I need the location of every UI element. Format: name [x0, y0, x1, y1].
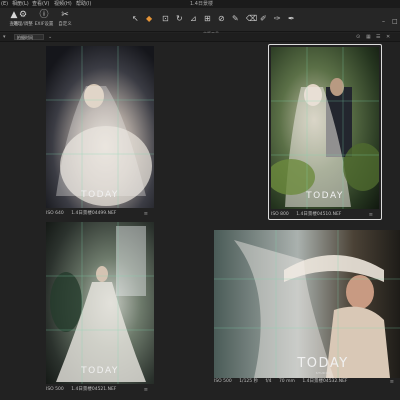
menu-album[interactable]: 相册(L) — [12, 0, 29, 8]
customize-button[interactable]: ✂ 自定义 — [52, 10, 78, 30]
circle-filter-icon[interactable]: ⊙ — [356, 34, 360, 40]
photo-thumbnail[interactable]: TODAY — [271, 47, 379, 209]
menu-help[interactable]: 帮助(I) — [76, 0, 91, 8]
aperture-value: f/4 — [265, 379, 272, 384]
iso-value: ISO 640 — [46, 211, 64, 216]
menu-view[interactable]: 查看(V) — [32, 0, 49, 8]
brush-tool-icon[interactable]: ⊘ — [218, 14, 225, 24]
photo-thumbnail[interactable]: TODAY STUDIO — [214, 230, 400, 378]
iso-value: ISO 800 — [271, 212, 289, 217]
customize-label: 自定义 — [58, 22, 72, 27]
filter-bar: ▾ 拍摄时间 ⌄ ⊙ ▦ ☰ ✕ — [0, 33, 400, 42]
rotate-tool-icon[interactable]: ↻ — [176, 14, 183, 24]
minimize-icon[interactable]: – — [382, 18, 385, 25]
watermark-logo-text: TODAY — [297, 356, 349, 371]
item-menu-icon[interactable]: ≡ — [144, 210, 148, 218]
window-title: 1.4日景楼 — [190, 1, 213, 7]
filter-funnel-icon[interactable]: ▾ — [3, 34, 6, 40]
photo-browser-window: (E) 相册(L) 查看(V) 视频(H) 帮助(I) 1.4日景楼 ▲ 查看 … — [0, 0, 400, 400]
thumbnail-card-selected[interactable]: TODAY ISO 800 1.4日景楼04510.NEF ≡ — [268, 44, 382, 220]
thumbnail-grid-icon[interactable]: ▦ — [366, 34, 371, 40]
photo-info-bar: ISO 500 1/125 秒 f/4 70 mm 1.4日景楼04532.NE… — [214, 378, 400, 386]
menu-bar: (E) 相册(L) 查看(V) 视频(H) 帮助(I) 1.4日景楼 — [0, 0, 400, 8]
focal-length-value: 70 mm — [278, 379, 295, 384]
watermark-logo-subtext: STUDIO — [315, 371, 331, 375]
file-name: 1.4日景楼04499.NEF — [71, 211, 117, 216]
photo-thumbnail[interactable]: TODAY — [46, 222, 154, 384]
chevron-down-icon[interactable]: ⌄ — [48, 34, 52, 40]
photo-info-bar: ISO 500 1.4日景楼04521.NEF ≡ — [46, 386, 154, 394]
file-name: 1.4日景楼04510.NEF — [296, 212, 342, 217]
file-name: 1.4日景楼04521.NEF — [71, 387, 117, 392]
tools-icon: ✂ — [61, 10, 69, 20]
crop-tool-icon[interactable]: ⊡ — [162, 14, 169, 24]
more-tool-icon[interactable]: ✒ — [288, 14, 295, 24]
photo-info-bar: ISO 800 1.4日景楼04510.NEF ≡ — [271, 211, 379, 219]
thumbnail-card[interactable]: TODAY ISO 640 1.4日景楼04499.NEF ≡ — [44, 44, 156, 220]
menu-video[interactable]: 视频(H) — [54, 0, 72, 8]
watermark-logo: TODAY — [81, 190, 119, 200]
toolbar: ▲ 查看 ⚙ 处理/调整 ⓘ EXIF设置 ✂ 自定义 ↖ ◆ ⊡ ↻ ⊿ ⊞ … — [0, 8, 400, 36]
file-name: 1.4日景楼04532.NEF — [302, 379, 348, 384]
list-view-icon[interactable]: ☰ — [376, 34, 380, 40]
maximize-icon[interactable]: □ — [392, 18, 398, 25]
item-menu-icon[interactable]: ≡ — [369, 211, 373, 219]
bride-veil-photo — [46, 46, 154, 208]
watermark-logo: TODAY STUDIO — [290, 356, 356, 375]
straighten-tool-icon[interactable]: ⊿ — [190, 14, 197, 24]
watermark-logo: TODAY — [306, 191, 344, 201]
watermark-logo: TODAY — [81, 366, 119, 376]
sort-select[interactable]: 拍摄时间 — [14, 34, 44, 40]
item-menu-icon[interactable]: ≡ — [144, 386, 148, 394]
menu-edit[interactable]: (E) — [1, 0, 8, 8]
shutter-value: 1/125 秒 — [239, 379, 259, 384]
bride-groom-garden-photo — [271, 47, 379, 209]
bride-window-photo — [46, 222, 154, 384]
thumbnail-card[interactable]: TODAY ISO 500 1.4日景楼04521.NEF ≡ — [44, 222, 156, 398]
pen-tool-icon[interactable]: ✎ — [232, 14, 239, 24]
color-picker-tool-icon[interactable]: ✑ — [274, 14, 281, 24]
iso-value: ISO 500 — [46, 387, 64, 392]
thumbnail-card[interactable]: TODAY STUDIO ISO 500 1/125 秒 f/4 70 mm 1… — [212, 228, 400, 390]
grid-tool-icon[interactable]: ⊞ — [204, 14, 211, 24]
eraser-tool-icon[interactable]: ⌫ — [246, 14, 257, 24]
paint-bucket-tool-icon[interactable]: ◆ — [146, 14, 152, 24]
photo-thumbnail[interactable]: TODAY — [46, 46, 154, 208]
item-menu-icon[interactable]: ≡ — [390, 378, 394, 386]
close-filter-icon[interactable]: ✕ — [386, 34, 390, 40]
iso-value: ISO 500 — [214, 379, 232, 384]
arrow-tool-icon[interactable]: ↖ — [132, 14, 139, 24]
retouch-tool-icon[interactable]: ✐ — [260, 14, 267, 24]
photo-info-bar: ISO 640 1.4日景楼04499.NEF ≡ — [46, 210, 154, 218]
